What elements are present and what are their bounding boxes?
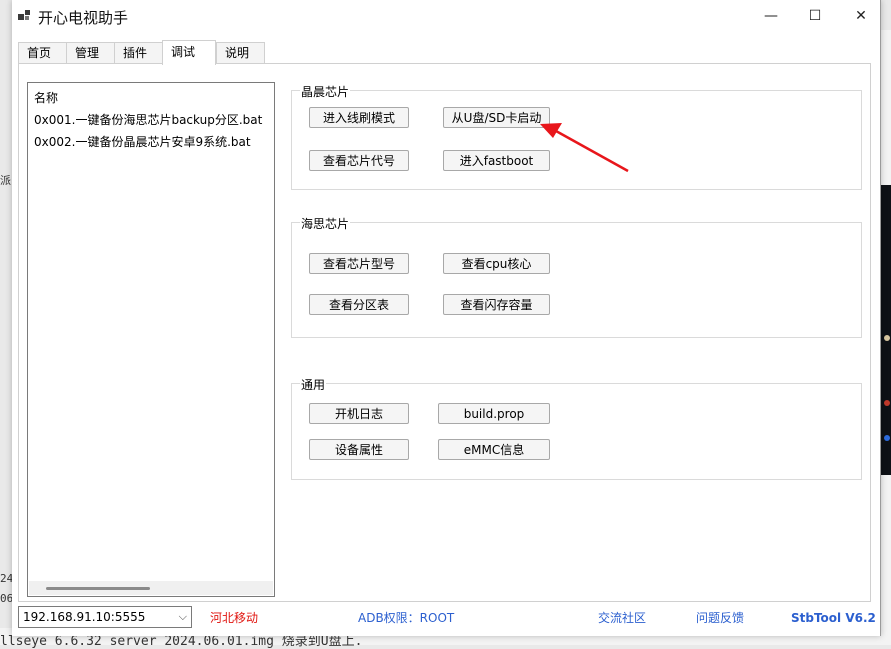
annotation-arrow-head [540, 123, 562, 138]
annotation-arrow [540, 123, 629, 173]
annotation-arrow-line [555, 129, 629, 173]
tab-debug[interactable]: 调试 [162, 40, 216, 65]
